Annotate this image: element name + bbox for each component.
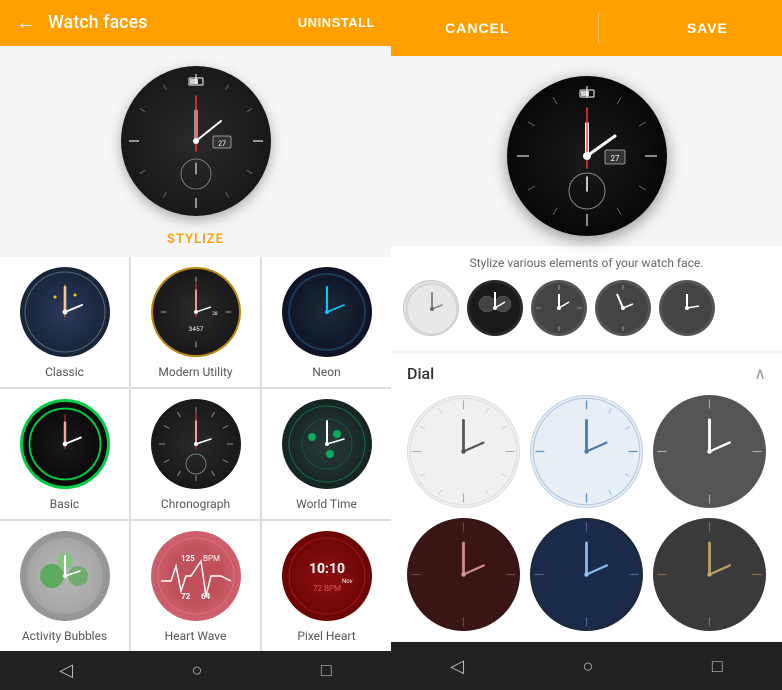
right-top-bar: CANCEL SAVE	[391, 0, 782, 56]
watch-item-label-classic: Classic	[45, 365, 84, 379]
dial-option-white[interactable]	[407, 395, 520, 508]
page-title: Watch faces	[48, 12, 147, 33]
style-thumb-4[interactable]	[595, 280, 651, 336]
dial-grid	[407, 395, 766, 631]
style-thumb-1[interactable]	[403, 280, 459, 336]
back-nav-icon[interactable]: ◁	[59, 660, 73, 681]
top-bar-divider	[598, 13, 599, 43]
right-watch-preview: 27	[391, 56, 782, 246]
watch-item-label-worldtime: World Time	[296, 497, 357, 511]
home-nav-icon[interactable]: ○	[192, 660, 203, 681]
watch-face-activity	[20, 531, 110, 621]
top-bar-left-group: ← Watch faces	[16, 10, 147, 35]
dial-option-dark[interactable]	[653, 395, 766, 508]
watch-item-label-activity: Activity Bubbles	[22, 629, 107, 643]
right-back-nav-icon[interactable]: ◁	[450, 656, 464, 677]
watch-item-worldtime[interactable]: World Time	[262, 389, 391, 519]
svg-text:72 BPM: 72 BPM	[313, 584, 341, 593]
dial-section: Dial ∧	[391, 354, 782, 641]
right-panel: CANCEL SAVE	[391, 0, 782, 690]
top-bar-left: ← Watch faces UNINSTALL	[0, 0, 391, 46]
style-thumbnails-row	[403, 280, 770, 340]
watch-face-heart: 125 BPM 72 64	[151, 531, 241, 621]
save-button[interactable]: SAVE	[667, 20, 748, 36]
watch-item-label-pixel: Pixel Heart	[297, 629, 355, 643]
watch-face-modern: 3457 28	[151, 267, 241, 357]
left-panel: ← Watch faces UNINSTALL	[0, 0, 391, 690]
right-content-area: 27 Stylize various elements of your watc…	[391, 56, 782, 642]
svg-text:10:10: 10:10	[308, 561, 344, 577]
watch-face-chronograph	[151, 399, 241, 489]
watch-item-pixel[interactable]: 10:10 Nov 72 BPM Pixel Heart	[262, 521, 391, 651]
svg-text:BPM: BPM	[203, 554, 220, 563]
stylize-label: STYLIZE	[0, 226, 391, 257]
dial-option-darkred[interactable]	[407, 518, 520, 631]
dial-option-darkgray2[interactable]	[653, 518, 766, 631]
style-thumb-2[interactable]	[467, 280, 523, 336]
style-thumb-5[interactable]	[659, 280, 715, 336]
watch-item-heart[interactable]: 125 BPM 72 64 Heart Wave	[131, 521, 260, 651]
bottom-nav-left: ◁ ○ □	[0, 651, 391, 690]
watch-item-classic[interactable]: Classic	[0, 257, 129, 387]
svg-text:27: 27	[610, 154, 619, 163]
style-thumb-3[interactable]	[531, 280, 587, 336]
watch-face-worldtime	[282, 399, 372, 489]
svg-text:Nov: Nov	[342, 578, 353, 585]
watch-item-neon[interactable]: Neon	[262, 257, 391, 387]
watch-item-activity[interactable]: Activity Bubbles	[0, 521, 129, 651]
watch-item-chronograph[interactable]: Chronograph	[131, 389, 260, 519]
watch-preview-area: 27	[0, 46, 391, 226]
svg-text:64: 64	[201, 592, 211, 601]
back-arrow-icon[interactable]: ←	[16, 10, 36, 35]
svg-text:72: 72	[181, 592, 191, 601]
dial-collapse-icon[interactable]: ∧	[754, 364, 766, 383]
watch-face-pixel: 10:10 Nov 72 BPM	[282, 531, 372, 621]
svg-text:125: 125	[181, 554, 195, 563]
watch-item-modern[interactable]: 3457 28 Modern Utility	[131, 257, 260, 387]
recent-nav-icon[interactable]: □	[321, 660, 332, 681]
watch-item-basic[interactable]: Basic	[0, 389, 129, 519]
stylize-section: Stylize various elements of your watch f…	[391, 246, 782, 350]
right-main-watch-face: 27	[507, 76, 667, 236]
svg-text:28: 28	[212, 311, 218, 317]
dial-title: Dial	[407, 364, 434, 383]
watch-item-label-modern: Modern Utility	[158, 365, 232, 379]
dial-option-lightblue[interactable]	[530, 395, 643, 508]
dial-header: Dial ∧	[407, 364, 766, 383]
svg-text:27: 27	[218, 140, 226, 148]
watch-face-classic	[20, 267, 110, 357]
right-recent-nav-icon[interactable]: □	[712, 656, 723, 677]
cancel-button[interactable]: CANCEL	[425, 20, 529, 36]
uninstall-button[interactable]: UNINSTALL	[298, 15, 375, 30]
watch-item-label-neon: Neon	[312, 365, 340, 379]
main-watch-face: 27	[121, 66, 271, 216]
watch-face-grid: Classic 3457 28	[0, 257, 391, 651]
bottom-nav-right: ◁ ○ □	[391, 642, 782, 690]
stylize-hint-text: Stylize various elements of your watch f…	[403, 256, 770, 270]
watch-item-label-chronograph: Chronograph	[161, 497, 230, 511]
watch-face-basic	[20, 399, 110, 489]
dial-option-navy[interactable]	[530, 518, 643, 631]
right-home-nav-icon[interactable]: ○	[583, 656, 594, 677]
svg-text:3457: 3457	[188, 325, 203, 333]
watch-face-neon	[282, 267, 372, 357]
watch-item-label-basic: Basic	[50, 497, 79, 511]
watch-item-label-heart: Heart Wave	[165, 629, 227, 643]
